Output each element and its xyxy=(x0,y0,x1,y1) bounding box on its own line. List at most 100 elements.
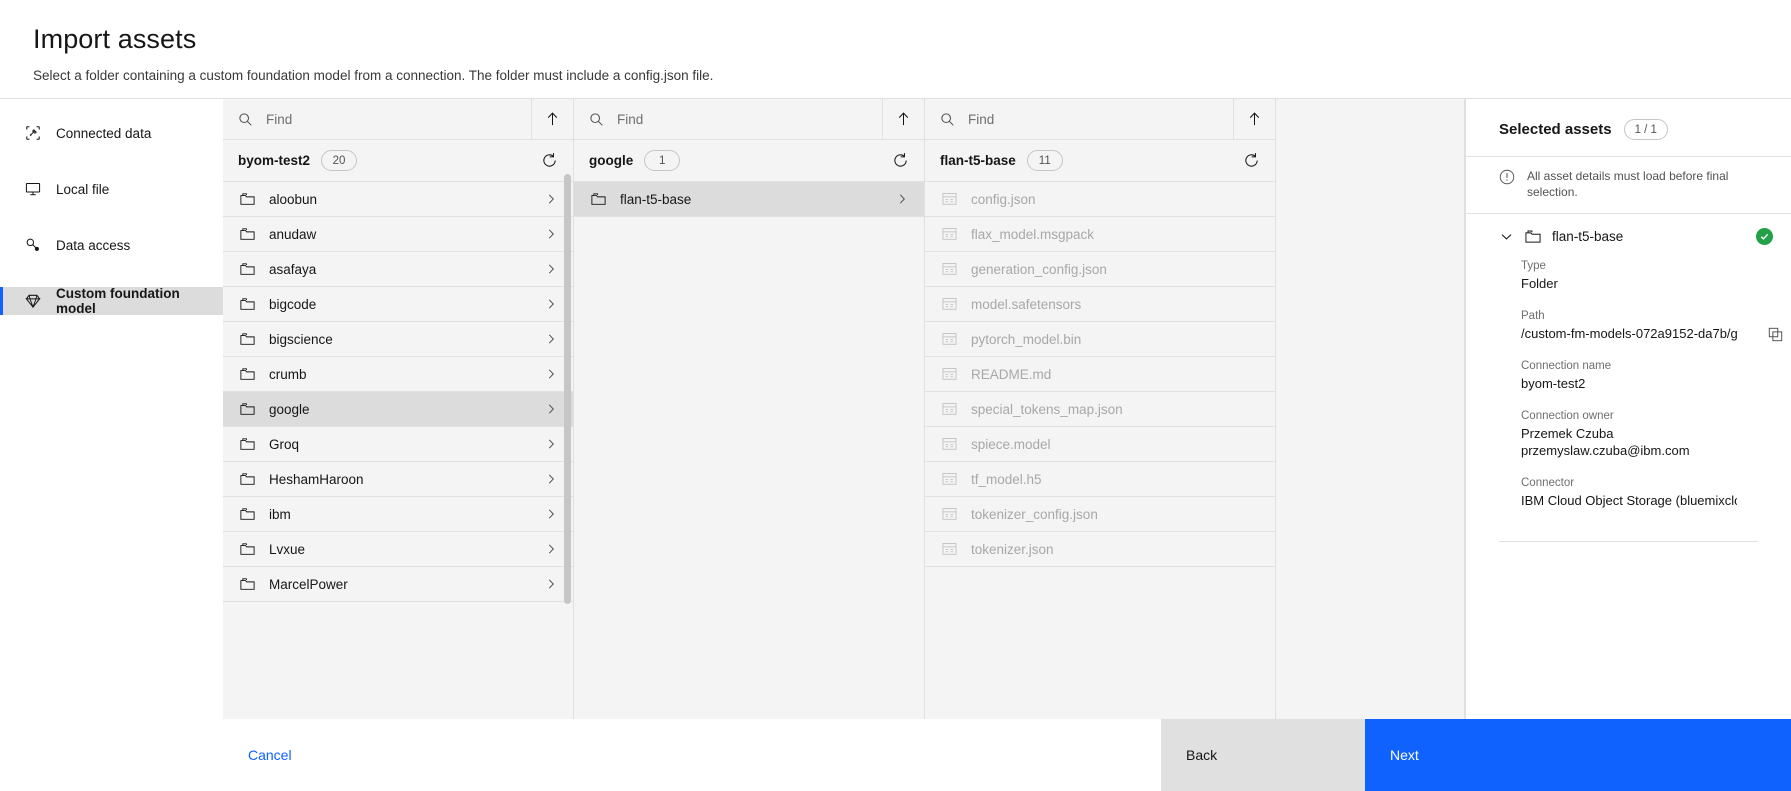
asset-browser: byom-test2 20 aloobun anudaw asafaya bigcod… xyxy=(223,99,1791,719)
chevron-right-icon[interactable] xyxy=(544,402,558,416)
file-icon xyxy=(942,367,957,381)
column-1-search-wrap[interactable] xyxy=(223,99,531,139)
column-1-scrollbar[interactable] xyxy=(564,174,571,604)
chevron-down-icon[interactable] xyxy=(1499,229,1514,244)
column-2-refresh-button[interactable] xyxy=(892,152,909,169)
browser-column-1: byom-test2 20 aloobun anudaw asafaya bigcod… xyxy=(223,99,574,719)
asset-field: Connector IBM Cloud Object Storage (bluem… xyxy=(1521,477,1773,509)
browser-row[interactable]: bigcode xyxy=(223,287,573,322)
search-icon xyxy=(940,112,955,127)
column-1-search-input[interactable] xyxy=(266,99,531,139)
folder-icon xyxy=(240,402,255,416)
sidebar-item-label: Connected data xyxy=(56,125,152,141)
browser-row-label: google xyxy=(269,401,310,417)
arrow-up-icon xyxy=(896,111,911,127)
file-icon xyxy=(942,507,957,521)
browser-row[interactable]: MarcelPower xyxy=(223,567,573,602)
file-icon xyxy=(942,542,957,556)
sidebar-item-data-access[interactable]: Data access xyxy=(0,231,223,259)
refresh-icon xyxy=(894,153,907,167)
next-button[interactable]: Next xyxy=(1365,719,1791,791)
column-3-title: flan-t5-base xyxy=(940,153,1016,168)
browser-row[interactable]: HeshamHaroon xyxy=(223,462,573,497)
chevron-right-icon[interactable] xyxy=(544,332,558,346)
asset-field-value: Przemek Czuba przemyslaw.czuba@ibm.com xyxy=(1521,426,1690,458)
copy-icon[interactable] xyxy=(1768,327,1783,342)
browser-row[interactable]: ibm xyxy=(223,497,573,532)
browser-row-label: tokenizer_config.json xyxy=(971,506,1098,522)
browser-row-label: bigcode xyxy=(269,296,317,312)
chevron-right-icon[interactable] xyxy=(544,577,558,591)
chevron-right-icon[interactable] xyxy=(544,437,558,451)
column-2-sort-button[interactable] xyxy=(882,99,924,139)
column-1-sort-button[interactable] xyxy=(531,99,573,139)
browser-row[interactable]: google xyxy=(223,392,573,427)
browser-row[interactable]: Groq xyxy=(223,427,573,462)
chevron-right-icon[interactable] xyxy=(895,192,909,206)
file-icon xyxy=(942,437,957,451)
column-3-search-bar xyxy=(925,99,1275,140)
status-badge xyxy=(1756,228,1773,245)
browser-row-label: config.json xyxy=(971,191,1036,207)
back-button[interactable]: Back xyxy=(1161,719,1365,791)
browser-row: model.safetensors xyxy=(925,287,1275,322)
gem-icon xyxy=(25,293,41,309)
browser-row-label: pytorch_model.bin xyxy=(971,331,1082,347)
folder-icon xyxy=(240,507,255,521)
browser-row[interactable]: aloobun xyxy=(223,182,573,217)
column-1-search-bar xyxy=(223,99,573,140)
chevron-right-icon[interactable] xyxy=(544,227,558,241)
browser-row: config.json xyxy=(925,182,1275,217)
data-access-icon xyxy=(25,237,41,253)
folder-icon xyxy=(240,472,255,486)
column-1-title: byom-test2 xyxy=(238,153,311,168)
source-nav-list: Connected data Local file Data access Custo… xyxy=(0,99,223,316)
search-icon xyxy=(589,112,604,127)
chevron-right-icon[interactable] xyxy=(544,192,558,206)
info-icon xyxy=(1499,169,1515,200)
chevron-right-icon[interactable] xyxy=(544,542,558,556)
browser-row-label: aloobun xyxy=(269,191,318,207)
chevron-right-icon[interactable] xyxy=(544,367,558,381)
browser-row[interactable]: anudaw xyxy=(223,217,573,252)
folder-icon xyxy=(240,437,255,451)
browser-row[interactable]: asafaya xyxy=(223,252,573,287)
selected-asset-row[interactable]: flan-t5-base xyxy=(1466,214,1791,257)
chevron-right-icon[interactable] xyxy=(544,507,558,521)
sidebar-item-label: Data access xyxy=(56,237,131,253)
browser-row: flax_model.msgpack xyxy=(925,217,1275,252)
sidebar-item-local-file[interactable]: Local file xyxy=(0,175,223,203)
sidebar-item-connected-data[interactable]: Connected data xyxy=(0,119,223,147)
column-3-search-wrap[interactable] xyxy=(925,99,1233,139)
column-3-sort-button[interactable] xyxy=(1233,99,1275,139)
column-2-list[interactable]: flan-t5-base xyxy=(574,182,924,719)
browser-row-label: bigscience xyxy=(269,331,333,347)
browser-row[interactable]: crumb xyxy=(223,357,573,392)
browser-row: README.md xyxy=(925,357,1275,392)
cancel-button[interactable]: Cancel xyxy=(223,719,1161,791)
column-3-refresh-button[interactable] xyxy=(1243,152,1260,169)
folder-icon xyxy=(240,367,255,381)
panel-divider xyxy=(1499,541,1758,542)
column-2-search-wrap[interactable] xyxy=(574,99,882,139)
column-1-header: byom-test2 20 xyxy=(223,140,573,182)
asset-field-value: byom-test2 xyxy=(1521,376,1586,391)
chevron-right-icon[interactable] xyxy=(544,297,558,311)
selected-assets-note: All asset details must load before final… xyxy=(1466,156,1791,214)
source-nav-panel: Connected data Local file Data access Custo… xyxy=(0,99,223,791)
column-2-search-bar xyxy=(574,99,924,140)
chevron-right-icon[interactable] xyxy=(544,262,558,276)
browser-row[interactable]: flan-t5-base xyxy=(574,182,924,217)
column-1-refresh-button[interactable] xyxy=(541,152,558,169)
column-1-list[interactable]: aloobun anudaw asafaya bigcode bigscience cru… xyxy=(223,182,573,719)
file-icon xyxy=(942,402,957,416)
browser-row-label: asafaya xyxy=(269,261,317,277)
column-2-search-input[interactable] xyxy=(617,99,882,139)
sidebar-item-custom-foundation-model[interactable]: Custom foundation model xyxy=(0,286,223,316)
browser-row[interactable]: bigscience xyxy=(223,322,573,357)
column-3-list[interactable]: config.json flax_model.msgpack generation_… xyxy=(925,182,1275,719)
column-3-search-input[interactable] xyxy=(968,99,1233,139)
chevron-right-icon[interactable] xyxy=(544,472,558,486)
browser-row[interactable]: Lvxue xyxy=(223,532,573,567)
selected-assets-panel: Selected assets 1 / 1 All asset details … xyxy=(1465,99,1791,719)
